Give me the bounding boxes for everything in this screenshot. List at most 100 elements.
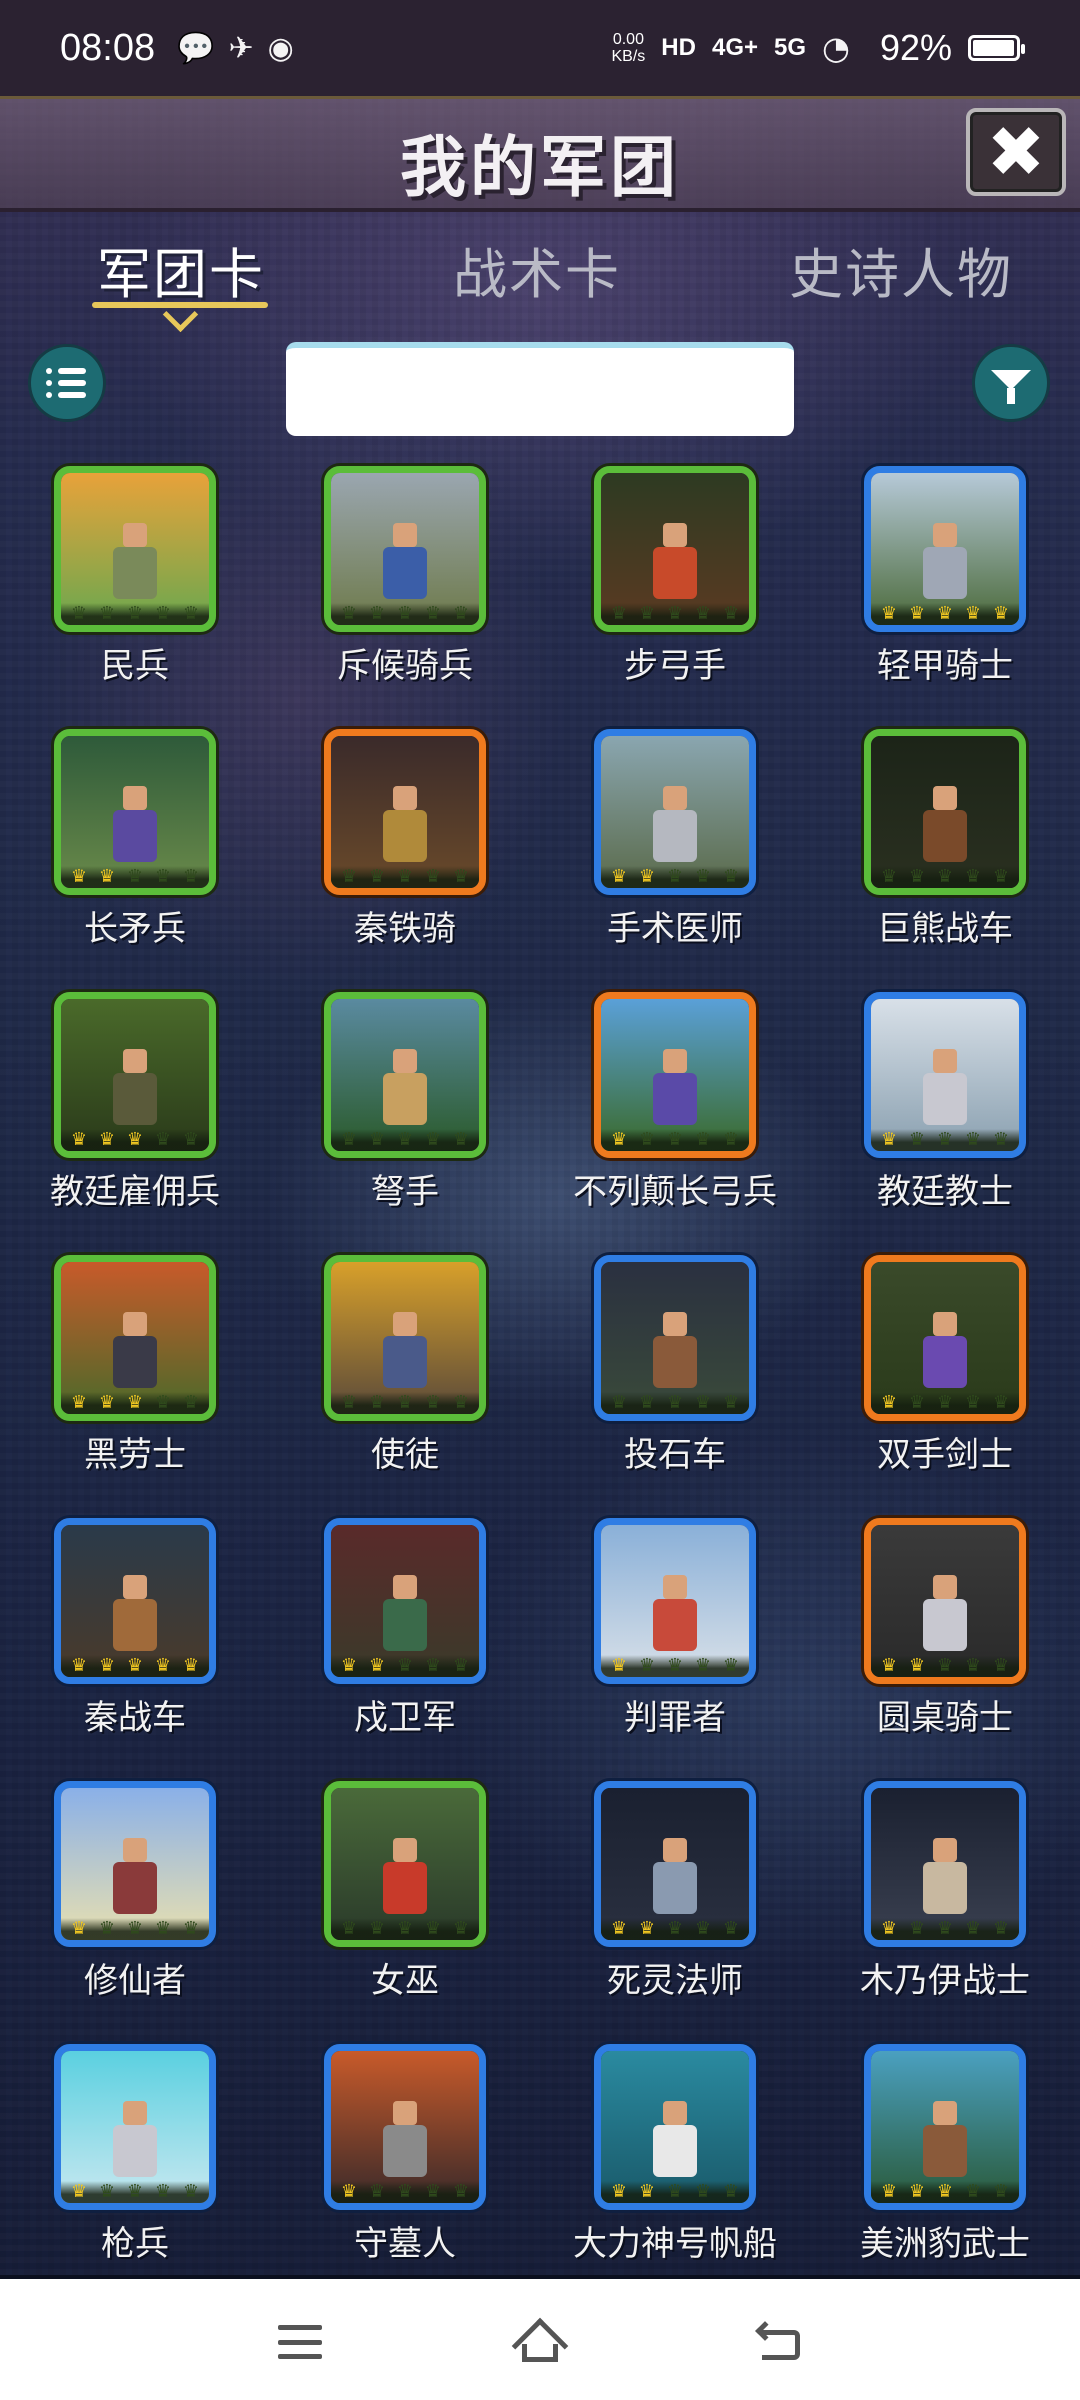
star-rating: ♛ ♛ ♛ ♛ ♛	[331, 603, 479, 625]
crown-icon: ♛	[722, 2181, 740, 2202]
crown-icon: ♛	[424, 1129, 442, 1150]
unit-card[interactable]: ♛ ♛ ♛ ♛ ♛ 手术医师	[540, 729, 810, 992]
unit-portrait: ♛ ♛ ♛ ♛ ♛	[54, 466, 216, 632]
unit-figure	[377, 1838, 433, 1924]
unit-portrait: ♛ ♛ ♛ ♛ ♛	[54, 1781, 216, 1947]
crown-icon: ♛	[936, 603, 954, 624]
search-input[interactable]	[286, 342, 794, 436]
wechat-icon: 💬	[177, 30, 215, 66]
crown-icon: ♛	[98, 2181, 116, 2202]
unit-card[interactable]: ♛ ♛ ♛ ♛ ♛ 斥候骑兵	[270, 466, 540, 729]
unit-name: 弩手	[371, 1172, 439, 1212]
unit-card[interactable]: ♛ ♛ ♛ ♛ ♛ 巨熊战车	[810, 729, 1080, 992]
unit-card[interactable]: ♛ ♛ ♛ ♛ ♛ 戍卫军	[270, 1518, 540, 1781]
crown-icon: ♛	[936, 1129, 954, 1150]
crown-icon: ♛	[992, 603, 1010, 624]
crown-icon: ♛	[396, 603, 414, 624]
crown-icon: ♛	[126, 1129, 144, 1150]
crown-icon: ♛	[154, 1655, 172, 1676]
tab-epic-characters[interactable]: 史诗人物	[786, 230, 1016, 309]
unit-figure	[377, 1049, 433, 1135]
crown-icon: ♛	[722, 866, 740, 887]
unit-figure	[107, 2101, 163, 2187]
crown-icon: ♛	[880, 866, 898, 887]
menu-icon	[278, 2325, 322, 2359]
unit-card[interactable]: ♛ ♛ ♛ ♛ ♛ 长矛兵	[0, 729, 270, 992]
unit-figure	[647, 523, 703, 609]
crown-icon: ♛	[638, 1392, 656, 1413]
nav-menu-button[interactable]	[260, 2307, 340, 2377]
star-rating: ♛ ♛ ♛ ♛ ♛	[601, 866, 749, 888]
crown-icon: ♛	[98, 866, 116, 887]
unit-card[interactable]: ♛ ♛ ♛ ♛ ♛ 使徒	[270, 1255, 540, 1518]
star-rating: ♛ ♛ ♛ ♛ ♛	[61, 1129, 209, 1151]
unit-name: 戍卫军	[354, 1698, 456, 1738]
unit-card[interactable]: ♛ ♛ ♛ ♛ ♛ 女巫	[270, 1781, 540, 2044]
close-button[interactable]: ✖	[966, 108, 1066, 196]
filter-button[interactable]	[972, 344, 1050, 422]
unit-card[interactable]: ♛ ♛ ♛ ♛ ♛ 双手剑士	[810, 1255, 1080, 1518]
unit-card[interactable]: ♛ ♛ ♛ ♛ ♛ 教廷雇佣兵	[0, 992, 270, 1255]
tab-tactic-cards[interactable]: 战术卡	[452, 230, 622, 309]
unit-figure	[377, 523, 433, 609]
wifi-icon: ◔	[822, 29, 850, 67]
crown-icon: ♛	[452, 603, 470, 624]
crown-icon: ♛	[396, 1392, 414, 1413]
unit-card[interactable]: ♛ ♛ ♛ ♛ ♛ 木乃伊战士	[810, 1781, 1080, 2044]
unit-figure	[917, 786, 973, 872]
star-rating: ♛ ♛ ♛ ♛ ♛	[601, 1655, 749, 1677]
unit-card[interactable]: ♛ ♛ ♛ ♛ ♛ 不列颠长弓兵	[540, 992, 810, 1255]
crown-icon: ♛	[182, 866, 200, 887]
crown-icon: ♛	[964, 1129, 982, 1150]
unit-card[interactable]: ♛ ♛ ♛ ♛ ♛ 守墓人	[270, 2044, 540, 2307]
unit-card[interactable]: ♛ ♛ ♛ ♛ ♛ 修仙者	[0, 1781, 270, 2044]
nav-home-button[interactable]	[500, 2307, 580, 2377]
crown-icon: ♛	[182, 1918, 200, 1939]
unit-card[interactable]: ♛ ♛ ♛ ♛ ♛ 秦铁骑	[270, 729, 540, 992]
unit-card[interactable]: ♛ ♛ ♛ ♛ ♛ 教廷教士	[810, 992, 1080, 1255]
unit-card[interactable]: ♛ ♛ ♛ ♛ ♛ 死灵法师	[540, 1781, 810, 2044]
unit-card[interactable]: ♛ ♛ ♛ ♛ ♛ 步弓手	[540, 466, 810, 729]
crown-icon: ♛	[992, 2181, 1010, 2202]
signal-4g-icon: 4G+	[711, 34, 758, 61]
crown-icon: ♛	[182, 1655, 200, 1676]
unit-figure	[917, 2101, 973, 2187]
unit-card[interactable]: ♛ ♛ ♛ ♛ ♛ 大力神号帆船	[540, 2044, 810, 2307]
unit-card[interactable]: ♛ ♛ ♛ ♛ ♛ 轻甲骑士	[810, 466, 1080, 729]
list-view-button[interactable]	[28, 344, 106, 422]
crown-icon: ♛	[340, 866, 358, 887]
unit-card[interactable]: ♛ ♛ ♛ ♛ ♛ 民兵	[0, 466, 270, 729]
nav-back-button[interactable]	[740, 2307, 820, 2377]
unit-card[interactable]: ♛ ♛ ♛ ♛ ♛ 黑劳士	[0, 1255, 270, 1518]
crown-icon: ♛	[126, 603, 144, 624]
unit-figure	[107, 1049, 163, 1135]
unit-portrait: ♛ ♛ ♛ ♛ ♛	[54, 1255, 216, 1421]
crown-icon: ♛	[340, 2181, 358, 2202]
crown-icon: ♛	[964, 1918, 982, 1939]
star-rating: ♛ ♛ ♛ ♛ ♛	[61, 603, 209, 625]
unit-name: 不列颠长弓兵	[573, 1172, 777, 1212]
crown-icon: ♛	[880, 2181, 898, 2202]
unit-card[interactable]: ♛ ♛ ♛ ♛ ♛ 弩手	[270, 992, 540, 1255]
unit-portrait: ♛ ♛ ♛ ♛ ♛	[864, 1518, 1026, 1684]
unit-portrait: ♛ ♛ ♛ ♛ ♛	[864, 1781, 1026, 1947]
unit-name: 长矛兵	[84, 909, 186, 949]
unit-card[interactable]: ♛ ♛ ♛ ♛ ♛ 美洲豹武士	[810, 2044, 1080, 2307]
crown-icon: ♛	[666, 2181, 684, 2202]
crown-icon: ♛	[610, 866, 628, 887]
unit-card[interactable]: ♛ ♛ ♛ ♛ ♛ 圆桌骑士	[810, 1518, 1080, 1781]
crown-icon: ♛	[424, 603, 442, 624]
unit-card[interactable]: ♛ ♛ ♛ ♛ ♛ 判罪者	[540, 1518, 810, 1781]
unit-portrait: ♛ ♛ ♛ ♛ ♛	[594, 1518, 756, 1684]
crown-icon: ♛	[722, 1129, 740, 1150]
unit-name: 手术医师	[607, 909, 743, 949]
unit-card[interactable]: ♛ ♛ ♛ ♛ ♛ 枪兵	[0, 2044, 270, 2307]
crown-icon: ♛	[452, 2181, 470, 2202]
star-rating: ♛ ♛ ♛ ♛ ♛	[871, 1392, 1019, 1414]
crown-icon: ♛	[126, 2181, 144, 2202]
unit-card[interactable]: ♛ ♛ ♛ ♛ ♛ 投石车	[540, 1255, 810, 1518]
unit-portrait: ♛ ♛ ♛ ♛ ♛	[324, 1781, 486, 1947]
star-rating: ♛ ♛ ♛ ♛ ♛	[601, 603, 749, 625]
star-rating: ♛ ♛ ♛ ♛ ♛	[61, 1918, 209, 1940]
unit-card[interactable]: ♛ ♛ ♛ ♛ ♛ 秦战车	[0, 1518, 270, 1781]
